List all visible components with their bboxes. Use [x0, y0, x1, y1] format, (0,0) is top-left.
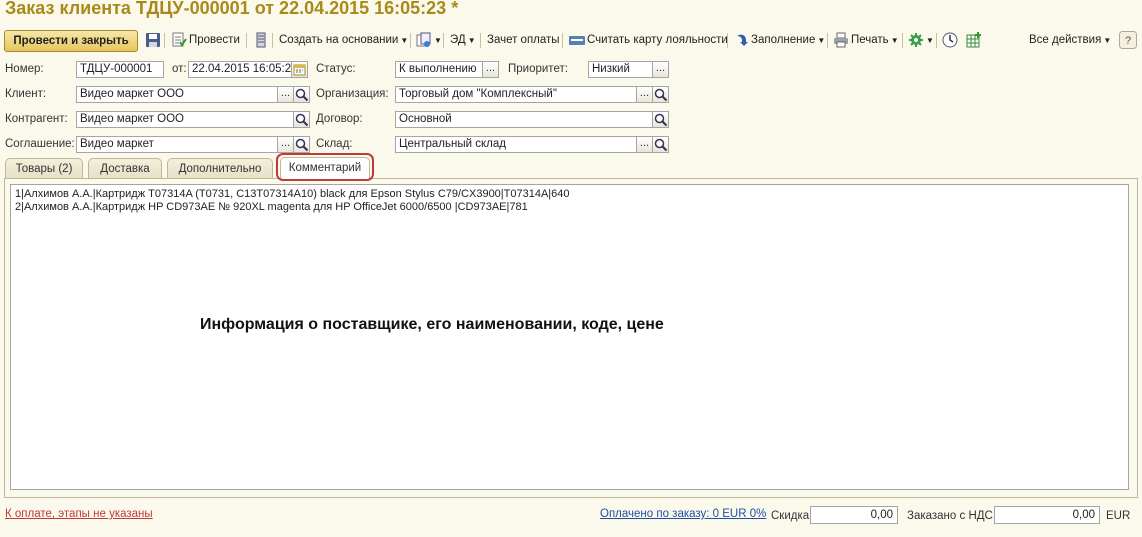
svg-text:?: ? — [1125, 35, 1131, 47]
contract-field[interactable]: Основной — [395, 111, 653, 128]
create-based-on-menu[interactable]: Создать на основании ▼ — [279, 30, 408, 50]
window-title: Заказ клиента ТДЦУ-000001 от 22.04.2015 … — [5, 0, 459, 18]
contractor-field[interactable]: Видео маркет ООО — [76, 111, 294, 128]
printer-icon — [833, 32, 849, 48]
chevron-down-icon: ▼ — [467, 36, 476, 45]
contractor-label: Контрагент: — [5, 113, 68, 125]
status-label: Статус: — [316, 63, 356, 75]
payment-offset-button[interactable]: Зачет оплаты — [487, 30, 560, 50]
priority-label: Приоритет: — [508, 63, 568, 75]
organization-label: Организация: — [316, 88, 389, 100]
date-field[interactable]: 22.04.2015 16:05:23 — [188, 61, 292, 78]
currency-label: EUR — [1106, 510, 1131, 522]
post-and-close-button[interactable]: Провести и закрыть — [4, 30, 138, 52]
search-icon[interactable] — [293, 111, 310, 128]
save-icon[interactable] — [145, 32, 161, 48]
ed-menu[interactable]: ЭД ▼ — [450, 30, 476, 50]
comment-line: 2|Алхимов А.А.|Картридж HP CD973AE № 920… — [15, 201, 528, 213]
read-loyalty-card-button[interactable]: Считать карту лояльности — [587, 30, 728, 50]
ordered-vat-field[interactable]: 0,00 — [994, 506, 1100, 524]
chevron-down-icon: ▼ — [890, 36, 899, 45]
client-select-button[interactable]: ... — [277, 86, 294, 103]
chevron-down-icon[interactable]: ▼ — [924, 30, 934, 50]
chevron-down-icon: ▼ — [400, 36, 409, 45]
help-icon[interactable]: ? — [1119, 31, 1137, 49]
toolbar: Провести и закрыть Провести Создать на о… — [0, 28, 1142, 52]
contract-label: Договор: — [316, 113, 363, 125]
annotation-text: Информация о поставщике, его наименовани… — [200, 316, 664, 333]
discount-label: Скидка: — [771, 510, 813, 522]
tab-delivery[interactable]: Доставка — [88, 158, 162, 178]
clock-icon[interactable] — [942, 32, 958, 48]
status-field[interactable]: К выполнению — [395, 61, 483, 78]
payment-stages-link[interactable]: К оплате, этапы не указаны — [5, 508, 153, 520]
search-icon[interactable] — [293, 86, 310, 103]
agreement-field[interactable]: Видео маркет — [76, 136, 278, 153]
search-icon[interactable] — [652, 111, 669, 128]
search-icon[interactable] — [652, 86, 669, 103]
client-label: Клиент: — [5, 88, 47, 100]
search-icon[interactable] — [293, 136, 310, 153]
warehouse-select-button[interactable]: ... — [636, 136, 653, 153]
comment-line: 1|Алхимов А.А.|Картридж T07314A (T0731, … — [15, 188, 570, 200]
fill-arrow-icon — [734, 32, 750, 48]
tab-additional[interactable]: Дополнительно — [167, 158, 273, 178]
warehouse-label: Склад: — [316, 138, 353, 150]
chevron-down-icon: ▼ — [1103, 36, 1112, 45]
fill-menu[interactable]: Заполнение ▼ — [751, 30, 825, 50]
number-label: Номер: — [5, 63, 44, 75]
priority-select-button[interactable]: ... — [652, 61, 669, 78]
search-icon[interactable] — [652, 136, 669, 153]
chevron-down-icon[interactable]: ▼ — [432, 30, 442, 50]
organization-select-button[interactable]: ... — [636, 86, 653, 103]
discount-field[interactable]: 0,00 — [810, 506, 898, 524]
agreement-label: Соглашение: — [5, 138, 75, 150]
calendar-icon[interactable] — [291, 61, 308, 78]
card-reader-icon — [569, 32, 585, 48]
organization-field[interactable]: Торговый дом "Комплексный" — [395, 86, 637, 103]
agreement-select-button[interactable]: ... — [277, 136, 294, 153]
status-select-button[interactable]: ... — [482, 61, 499, 78]
post-document-icon — [171, 32, 187, 48]
add-table-icon[interactable] — [966, 32, 982, 48]
register-icon[interactable] — [253, 32, 269, 48]
all-actions-menu[interactable]: Все действия ▼ — [1029, 30, 1111, 50]
client-field[interactable]: Видео маркет ООО — [76, 86, 278, 103]
ordered-vat-label: Заказано с НДС: — [907, 510, 997, 522]
paid-by-order-link[interactable]: Оплачено по заказу: 0 EUR 0% — [600, 508, 766, 520]
number-field[interactable]: ТДЦУ-000001 — [76, 61, 164, 78]
print-menu[interactable]: Печать ▼ — [851, 30, 899, 50]
date-label: от: — [172, 63, 187, 75]
gear-icon[interactable] — [908, 32, 924, 48]
tab-highlight — [276, 153, 374, 181]
related-documents-icon[interactable] — [416, 32, 432, 48]
chevron-down-icon: ▼ — [817, 36, 826, 45]
post-button[interactable]: Провести — [189, 30, 240, 50]
tab-products[interactable]: Товары (2) — [5, 158, 83, 178]
priority-field[interactable]: Низкий — [588, 61, 653, 78]
comment-textarea[interactable]: 1|Алхимов А.А.|Картридж T07314A (T0731, … — [10, 184, 1129, 490]
warehouse-field[interactable]: Центральный склад — [395, 136, 637, 153]
